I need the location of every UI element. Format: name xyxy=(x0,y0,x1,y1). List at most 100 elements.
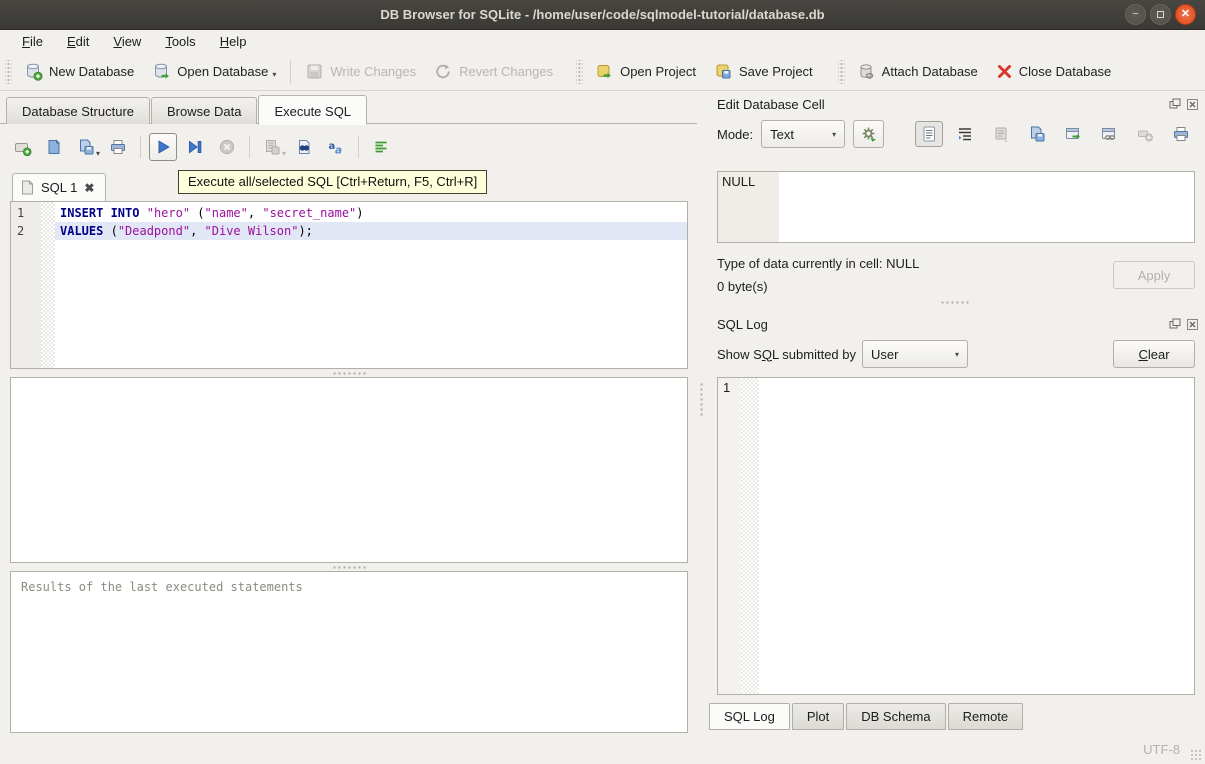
stop-icon xyxy=(218,138,236,156)
tab-sql-log[interactable]: SQL Log xyxy=(709,703,790,730)
float-panel-icon[interactable] xyxy=(1168,318,1181,331)
chevron-down-icon[interactable]: ▾ xyxy=(96,149,100,158)
toolbar-drag-handle[interactable] xyxy=(576,60,583,84)
save-results-button[interactable]: ▾ xyxy=(258,133,286,161)
save-project-icon xyxy=(714,62,733,81)
menu-file[interactable]: File xyxy=(10,32,55,51)
open-database-label: Open Database xyxy=(177,64,268,79)
close-tab-icon[interactable]: ✖ xyxy=(84,181,94,195)
close-icon[interactable]: ✕ xyxy=(1175,4,1196,25)
cell-value-area[interactable] xyxy=(779,172,1194,242)
link-data-button[interactable] xyxy=(1095,121,1123,147)
tab-execute-sql[interactable]: Execute SQL xyxy=(258,95,367,125)
write-changes-icon xyxy=(305,62,324,81)
execute-all-icon xyxy=(154,138,172,156)
resize-grip[interactable] xyxy=(1190,749,1202,761)
apply-button[interactable]: Apply xyxy=(1113,261,1195,289)
cell-null-gutter: NULL xyxy=(718,172,779,242)
gear-icon xyxy=(860,125,878,143)
menubar: File Edit View Tools Help xyxy=(0,30,1205,53)
import-data-button[interactable] xyxy=(1023,121,1051,147)
open-in-external-button[interactable] xyxy=(987,121,1015,147)
line-number: 2 xyxy=(17,222,41,240)
execute-current-line-button[interactable] xyxy=(181,133,209,161)
log-fold-margin xyxy=(741,378,759,694)
sql-file-tab[interactable]: SQL 1 ✖ xyxy=(12,173,106,201)
log-content[interactable] xyxy=(759,378,1194,694)
code-line-1: INSERT INTO "hero" ("name", "secret_name… xyxy=(55,204,687,222)
horizontal-splitter[interactable] xyxy=(705,298,1205,306)
open-database-button[interactable]: Open Database ▾ xyxy=(143,58,285,85)
save-project-button[interactable]: Save Project xyxy=(705,58,822,85)
print-cell-button[interactable] xyxy=(1167,121,1195,147)
tab-remote[interactable]: Remote xyxy=(948,703,1024,730)
chevron-down-icon[interactable]: ▾ xyxy=(272,70,276,79)
clear-log-button[interactable]: Clear xyxy=(1113,340,1195,368)
text-mode-button[interactable] xyxy=(915,121,943,147)
save-project-label: Save Project xyxy=(739,64,813,79)
float-panel-icon[interactable] xyxy=(1168,98,1181,111)
tab-database-structure[interactable]: Database Structure xyxy=(6,97,150,124)
new-sql-tab-button[interactable] xyxy=(8,133,36,161)
export-data-button[interactable] xyxy=(1059,121,1087,147)
new-sql-tab-icon xyxy=(13,138,32,157)
window-controls: − ✕ xyxy=(1125,4,1196,25)
export-data-icon xyxy=(1064,125,1082,143)
horizontal-splitter[interactable] xyxy=(10,369,688,377)
tab-plot[interactable]: Plot xyxy=(792,703,844,730)
stop-button[interactable] xyxy=(213,133,241,161)
maximize-icon[interactable] xyxy=(1150,4,1171,25)
set-null-button[interactable] xyxy=(1131,121,1159,147)
log-line-number: 1 xyxy=(723,380,730,395)
sql-log-dock-header: SQL Log xyxy=(717,314,1199,334)
cell-value-editor[interactable]: NULL xyxy=(717,171,1195,243)
fold-margin xyxy=(41,202,55,368)
format-sql-button[interactable] xyxy=(367,133,395,161)
revert-changes-label: Revert Changes xyxy=(459,64,553,79)
chevron-down-icon: ▾ xyxy=(282,149,286,158)
minimize-icon[interactable]: − xyxy=(1125,4,1146,25)
horizontal-splitter[interactable] xyxy=(10,563,688,571)
menu-tools[interactable]: Tools xyxy=(153,32,207,51)
close-panel-icon[interactable] xyxy=(1186,318,1199,331)
auto-switch-mode-button[interactable] xyxy=(853,120,884,148)
log-filter-select[interactable]: User ▾ xyxy=(862,340,968,368)
attach-database-label: Attach Database xyxy=(882,64,978,79)
toolbar-drag-handle[interactable] xyxy=(5,60,12,84)
execute-all-button[interactable] xyxy=(149,133,177,161)
find-replace-button[interactable] xyxy=(290,133,318,161)
svg-text:a: a xyxy=(335,145,342,157)
tab-db-schema[interactable]: DB Schema xyxy=(846,703,945,730)
open-project-button[interactable]: Open Project xyxy=(586,58,705,85)
dock-controls xyxy=(1168,318,1199,331)
new-database-button[interactable]: New Database xyxy=(15,58,143,85)
close-panel-icon[interactable] xyxy=(1186,98,1199,111)
edit-cell-dock-header: Edit Database Cell xyxy=(717,94,1199,114)
toolbar-drag-handle[interactable] xyxy=(838,60,845,84)
close-database-button[interactable]: Close Database xyxy=(987,59,1121,84)
revert-changes-button[interactable]: Revert Changes xyxy=(425,58,562,85)
tab-browse-data[interactable]: Browse Data xyxy=(151,97,257,124)
mode-select[interactable]: Text ▾ xyxy=(761,120,845,148)
line-number-gutter: 1 2 xyxy=(11,202,41,368)
menu-help[interactable]: Help xyxy=(208,32,259,51)
attach-database-button[interactable]: Attach Database xyxy=(848,58,987,85)
print-sql-button[interactable] xyxy=(104,133,132,161)
sql-tab-label: SQL 1 xyxy=(41,180,77,195)
menu-edit[interactable]: Edit xyxy=(55,32,101,51)
open-sql-file-button[interactable] xyxy=(40,133,68,161)
log-line-gutter: 1 xyxy=(718,378,741,694)
save-sql-file-button[interactable]: ▾ xyxy=(72,133,100,161)
titlebar: DB Browser for SQLite - /home/user/code/… xyxy=(0,0,1205,30)
maximize-glyph xyxy=(1157,11,1164,18)
word-wrap-button[interactable] xyxy=(951,121,979,147)
vertical-splitter[interactable] xyxy=(697,92,705,735)
edit-cell-title: Edit Database Cell xyxy=(717,97,825,112)
close-database-label: Close Database xyxy=(1019,64,1112,79)
write-changes-button[interactable]: Write Changes xyxy=(296,58,425,85)
code-area[interactable]: INSERT INTO "hero" ("name", "secret_name… xyxy=(55,202,687,368)
menu-view[interactable]: View xyxy=(101,32,153,51)
sql-document-icon xyxy=(21,180,34,195)
auto-complete-button[interactable]: aa xyxy=(322,133,350,161)
set-null-icon xyxy=(1136,125,1154,143)
